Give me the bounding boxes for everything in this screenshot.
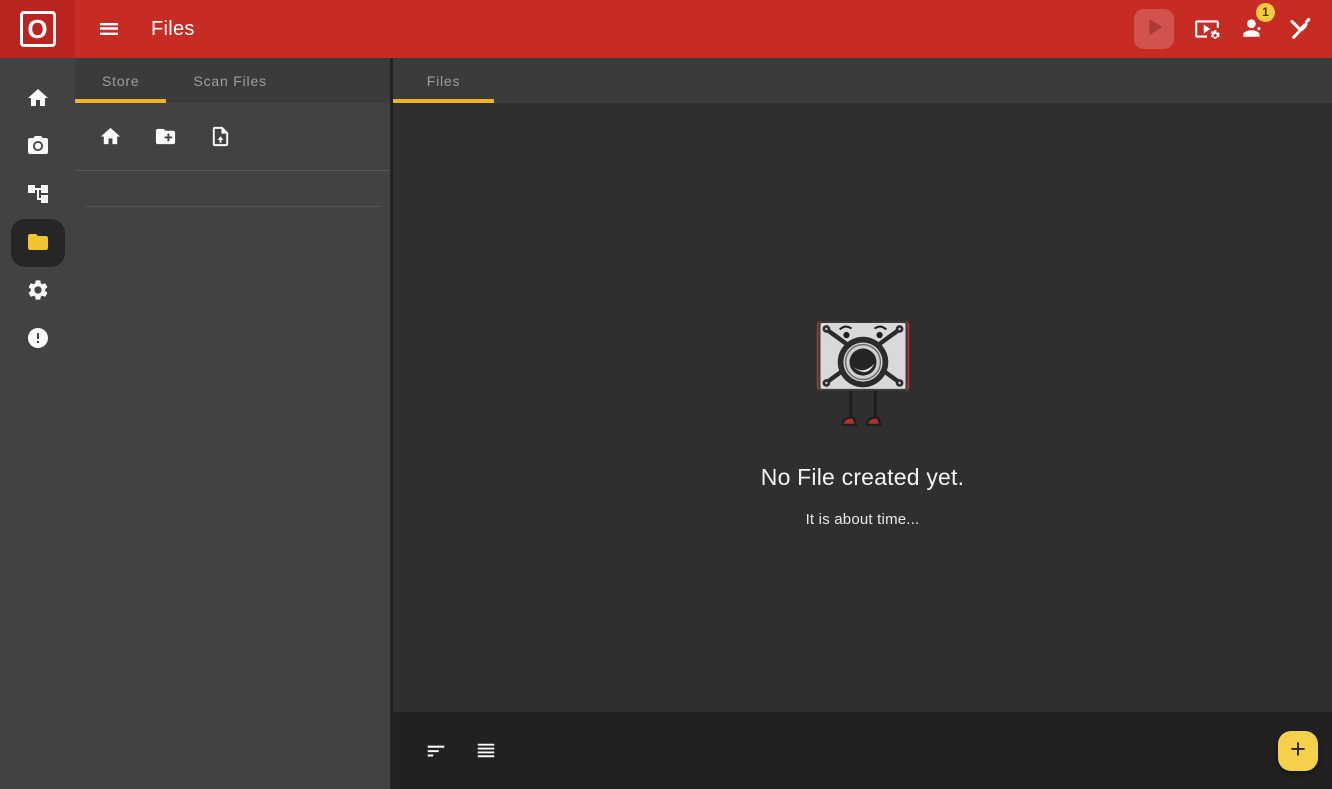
list-view-button[interactable]	[471, 736, 501, 766]
sort-icon	[425, 740, 447, 762]
files-bottom-toolbar: +	[393, 712, 1332, 789]
webcam-mascot-illustration	[810, 315, 916, 442]
sort-button[interactable]	[421, 736, 451, 766]
upload-file-button[interactable]	[205, 121, 236, 152]
main-row: Store Scan Files	[0, 58, 1332, 789]
camera-icon	[26, 134, 50, 161]
user-button[interactable]: 1	[1240, 14, 1266, 45]
tab-store-label: Store	[102, 73, 139, 89]
list-icon	[475, 740, 497, 762]
notification-badge: 1	[1256, 3, 1275, 22]
tools-button[interactable]	[1282, 12, 1316, 46]
crossed-tools-icon	[1286, 16, 1312, 42]
tab-store[interactable]: Store	[75, 58, 166, 103]
home-icon	[99, 125, 122, 148]
main-tabstrip: Files	[393, 58, 1332, 103]
webcam-settings-button[interactable]	[1190, 12, 1224, 46]
app-logo-letter: O	[20, 11, 56, 47]
folder-plus-icon	[154, 125, 177, 148]
folder-icon	[26, 230, 50, 257]
app-header: O Files	[0, 0, 1332, 58]
file-upload-icon	[209, 125, 232, 148]
gear-icon	[26, 278, 50, 305]
header-actions: 1	[1134, 9, 1332, 49]
file-list-empty-state: No File created yet. It is about time...	[393, 103, 1332, 712]
print-play-button[interactable]	[1134, 9, 1174, 49]
tab-scan-files-label: Scan Files	[193, 73, 266, 89]
octoapp-window: O Files	[0, 0, 1332, 789]
device-tree-icon	[26, 182, 50, 209]
add-file-fab[interactable]: +	[1278, 731, 1318, 771]
create-folder-button[interactable]	[150, 121, 181, 152]
panel-tabstrip: Store Scan Files	[75, 58, 390, 103]
page-title: Files	[151, 18, 195, 41]
root-folder-button[interactable]	[95, 121, 126, 152]
tab-scan-files[interactable]: Scan Files	[166, 58, 293, 103]
menu-button[interactable]	[93, 13, 125, 45]
sidebar-item-webcam[interactable]	[11, 123, 65, 171]
plus-icon: +	[1290, 736, 1306, 763]
sidebar-item-connections[interactable]	[11, 171, 65, 219]
empty-state-subtitle: It is about time...	[806, 511, 920, 528]
alert-icon	[26, 326, 50, 353]
sidebar-item-alerts[interactable]	[11, 315, 65, 363]
home-icon	[26, 86, 50, 113]
nav-sidebar	[0, 58, 75, 789]
files-side-panel: Store Scan Files	[75, 58, 393, 789]
sidebar-item-files[interactable]	[11, 219, 65, 267]
panel-toolbar	[75, 103, 390, 171]
main-area: Files	[393, 58, 1332, 789]
sidebar-item-home[interactable]	[11, 75, 65, 123]
sidebar-item-settings[interactable]	[11, 267, 65, 315]
empty-state-title: No File created yet.	[761, 464, 964, 491]
video-settings-icon	[1194, 16, 1220, 42]
play-icon	[1140, 13, 1168, 46]
tab-files-label: Files	[427, 73, 461, 89]
file-list-empty-row	[85, 171, 380, 207]
app-logo[interactable]: O	[0, 0, 75, 58]
hamburger-icon	[97, 17, 121, 41]
tab-files[interactable]: Files	[393, 58, 494, 103]
